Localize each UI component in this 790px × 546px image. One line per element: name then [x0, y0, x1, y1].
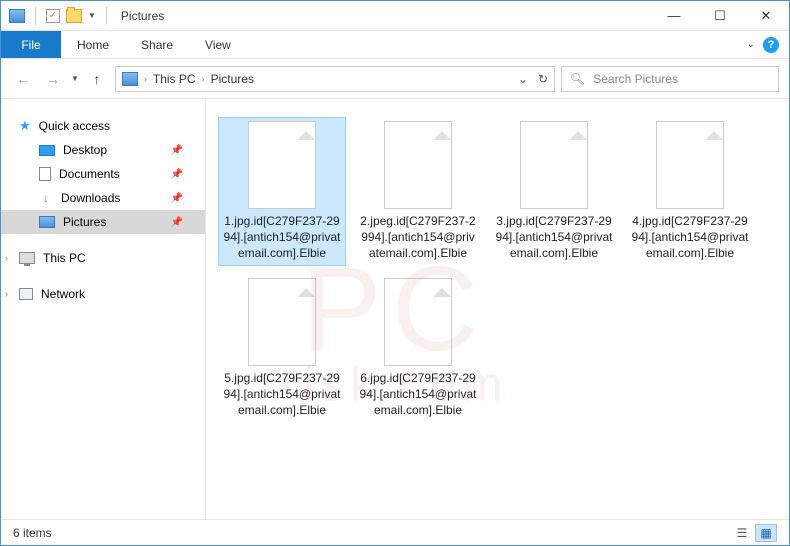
- chevron-right-icon[interactable]: ›: [144, 74, 147, 84]
- file-name-label: 1.jpg.id[C279F237-2994].[antich154@priva…: [222, 213, 342, 262]
- sidebar-item-desktop[interactable]: Desktop 📌: [1, 138, 205, 162]
- sidebar-item-label: This PC: [43, 251, 86, 265]
- chevron-right-icon[interactable]: ›: [5, 289, 8, 299]
- star-icon: ★: [19, 118, 31, 134]
- refresh-icon[interactable]: ↻: [538, 72, 548, 86]
- file-name-label: 2.jpeg.id[C279F237-2994].[antich154@priv…: [358, 213, 478, 262]
- pin-icon: 📌: [171, 193, 183, 204]
- help-icon[interactable]: ?: [763, 37, 779, 53]
- statusbar: 6 items ☰ ▦: [1, 519, 789, 545]
- app-icon: [9, 9, 25, 23]
- file-name-label: 6.jpg.id[C279F237-2994].[antich154@priva…: [358, 370, 478, 419]
- pin-icon: 📌: [171, 217, 183, 228]
- desktop-icon: [39, 145, 55, 156]
- file-name-label: 4.jpg.id[C279F237-2994].[antich154@priva…: [630, 213, 750, 262]
- document-icon: [39, 167, 51, 181]
- window-title: Pictures: [121, 9, 164, 23]
- file-item[interactable]: 2.jpeg.id[C279F237-2994].[antich154@priv…: [354, 117, 482, 266]
- file-item[interactable]: 4.jpg.id[C279F237-2994].[antich154@priva…: [626, 117, 754, 266]
- search-placeholder: Search Pictures: [593, 72, 678, 86]
- breadcrumb-pictures[interactable]: Pictures: [211, 72, 254, 86]
- separator: [35, 7, 36, 25]
- file-list[interactable]: 1.jpg.id[C279F237-2994].[antich154@priva…: [206, 99, 789, 519]
- sidebar-item-label: Pictures: [63, 215, 106, 229]
- search-icon: 🔍︎: [570, 72, 585, 86]
- file-thumbnail-icon: [384, 121, 452, 209]
- file-thumbnail-icon: [248, 121, 316, 209]
- pin-icon: 📌: [171, 145, 183, 156]
- navigation-bar: ← → ▼ ↑ › This PC› Pictures ⌄ ↻ 🔍︎ Searc…: [1, 59, 789, 99]
- sidebar-item-pictures[interactable]: Pictures 📌: [1, 210, 205, 234]
- sidebar-item-documents[interactable]: Documents 📌: [1, 162, 205, 186]
- network-icon: [19, 288, 33, 300]
- qat-customize-icon[interactable]: ▼: [88, 11, 96, 20]
- address-bar[interactable]: › This PC› Pictures ⌄ ↻: [115, 66, 555, 92]
- file-item[interactable]: 3.jpg.id[C279F237-2994].[antich154@priva…: [490, 117, 618, 266]
- file-item[interactable]: 1.jpg.id[C279F237-2994].[antich154@priva…: [218, 117, 346, 266]
- forward-button[interactable]: →: [41, 67, 65, 91]
- file-thumbnail-icon: [248, 278, 316, 366]
- explorer-window: ✓ ▼ Pictures — ☐ ✕ File Home Share View …: [0, 0, 790, 546]
- file-thumbnail-icon: [520, 121, 588, 209]
- sidebar-network[interactable]: › Network: [1, 282, 205, 306]
- sidebar-item-label: Network: [41, 287, 85, 301]
- details-view-button[interactable]: ☰: [731, 524, 753, 542]
- minimize-button[interactable]: —: [651, 1, 697, 31]
- navigation-pane: ★ Quick access Desktop 📌 Documents 📌 ↓ D…: [1, 99, 206, 519]
- sidebar-this-pc[interactable]: › This PC: [1, 246, 205, 270]
- file-item[interactable]: 5.jpg.id[C279F237-2994].[antich154@priva…: [218, 274, 346, 423]
- qat-newfolder-icon[interactable]: [66, 9, 82, 23]
- item-count: 6 items: [13, 526, 52, 540]
- maximize-button[interactable]: ☐: [697, 1, 743, 31]
- file-thumbnail-icon: [384, 278, 452, 366]
- tab-home[interactable]: Home: [61, 31, 125, 58]
- back-button[interactable]: ←: [11, 67, 35, 91]
- search-input[interactable]: 🔍︎ Search Pictures: [561, 66, 779, 92]
- file-item[interactable]: 6.jpg.id[C279F237-2994].[antich154@priva…: [354, 274, 482, 423]
- qat-properties-icon[interactable]: ✓: [46, 9, 60, 23]
- sidebar-item-label: Desktop: [63, 143, 107, 157]
- sidebar-item-label: Quick access: [39, 119, 110, 133]
- download-icon: ↓: [39, 191, 53, 205]
- body-area: ★ Quick access Desktop 📌 Documents 📌 ↓ D…: [1, 99, 789, 519]
- pin-icon: 📌: [171, 169, 183, 180]
- address-dropdown-icon[interactable]: ⌄: [518, 72, 528, 86]
- sidebar-item-downloads[interactable]: ↓ Downloads 📌: [1, 186, 205, 210]
- location-icon: [122, 72, 138, 86]
- file-menu[interactable]: File: [1, 31, 61, 58]
- ribbon: File Home Share View ⌄ ?: [1, 31, 789, 59]
- breadcrumb-this-pc[interactable]: This PC›: [153, 72, 205, 86]
- thumbnails-view-button[interactable]: ▦: [755, 524, 777, 542]
- ribbon-expand-icon[interactable]: ⌄: [747, 39, 755, 50]
- close-button[interactable]: ✕: [743, 1, 789, 31]
- titlebar: ✓ ▼ Pictures — ☐ ✕: [1, 1, 789, 31]
- tab-share[interactable]: Share: [125, 31, 189, 58]
- sidebar-item-label: Downloads: [61, 191, 120, 205]
- sidebar-quick-access[interactable]: ★ Quick access: [1, 114, 205, 138]
- chevron-right-icon[interactable]: ›: [5, 253, 8, 263]
- tab-view[interactable]: View: [189, 31, 247, 58]
- sidebar-item-label: Documents: [59, 167, 120, 181]
- file-name-label: 5.jpg.id[C279F237-2994].[antich154@priva…: [222, 370, 342, 419]
- file-thumbnail-icon: [656, 121, 724, 209]
- separator: [106, 7, 107, 25]
- pictures-icon: [39, 216, 55, 228]
- file-name-label: 3.jpg.id[C279F237-2994].[antich154@priva…: [494, 213, 614, 262]
- up-button[interactable]: ↑: [85, 67, 109, 91]
- history-dropdown-icon[interactable]: ▼: [71, 74, 79, 83]
- pc-icon: [19, 252, 35, 264]
